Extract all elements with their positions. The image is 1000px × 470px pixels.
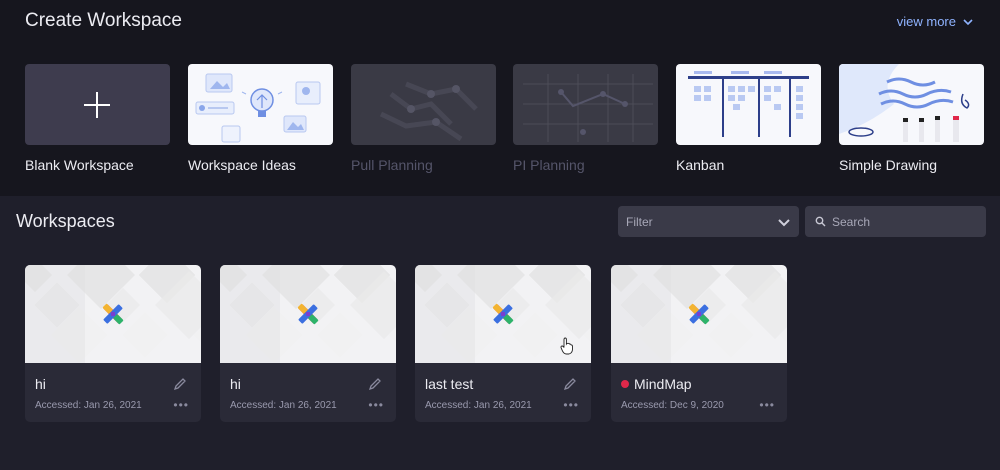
- template-thumbnail: [839, 64, 984, 145]
- workspace-name: MindMap: [621, 376, 692, 392]
- filter-select[interactable]: Filter: [618, 206, 799, 237]
- workspace-thumbnail: [220, 265, 396, 364]
- workspace-thumbnail: [25, 265, 201, 364]
- template-label: Kanban: [676, 157, 725, 173]
- pencil-icon[interactable]: [563, 377, 577, 391]
- workspace-name: hi: [35, 376, 46, 392]
- search-icon: [815, 216, 826, 227]
- template-label: Pull Planning: [351, 157, 433, 173]
- chevron-down-icon: [778, 218, 790, 226]
- workspace-card[interactable]: hi Accessed: Jan 26, 2021 •••: [220, 265, 396, 422]
- template-workspace-ideas[interactable]: Workspace Ideas: [188, 64, 333, 173]
- workspace-accessed-date: Accessed: Dec 9, 2020: [621, 400, 724, 411]
- chevron-down-icon: [963, 18, 973, 25]
- plus-icon: [84, 92, 110, 118]
- template-thumbnail: [676, 64, 821, 145]
- view-more-link[interactable]: view more: [897, 14, 974, 29]
- workspace-card[interactable]: MindMap Accessed: Dec 9, 2020 •••: [611, 265, 787, 422]
- template-thumbnail: [513, 64, 658, 145]
- workspace-thumbnail-pattern: [25, 265, 201, 364]
- filter-value: Filter: [626, 214, 653, 229]
- pointer-cursor-icon: [560, 337, 573, 355]
- pencil-icon[interactable]: [368, 377, 382, 391]
- search-input[interactable]: [832, 214, 972, 229]
- template-label: Blank Workspace: [25, 157, 134, 173]
- workspace-card[interactable]: hi Accessed: Jan 26, 2021 •••: [25, 265, 201, 422]
- pi-planning-illustration-icon: [523, 74, 653, 142]
- workspace-accessed-date: Accessed: Jan 26, 2021: [425, 400, 532, 411]
- search-box[interactable]: [805, 206, 986, 237]
- more-dots-icon[interactable]: •••: [368, 399, 384, 411]
- more-dots-icon[interactable]: •••: [759, 399, 775, 411]
- template-thumbnail: [351, 64, 496, 145]
- template-pull-planning: Pull Planning: [351, 64, 496, 173]
- workspace-accessed-date: Accessed: Jan 26, 2021: [230, 400, 337, 411]
- template-simple-drawing[interactable]: Simple Drawing: [839, 64, 984, 173]
- workspace-thumbnail: [611, 265, 787, 364]
- template-thumbnail: [25, 64, 170, 145]
- workspace-thumbnail-pattern: [611, 265, 787, 364]
- workspace-accessed-date: Accessed: Jan 26, 2021: [35, 400, 142, 411]
- ideas-illustration-icon: [195, 73, 321, 143]
- pull-planning-illustration-icon: [379, 81, 478, 142]
- workspace-name: hi: [230, 376, 241, 392]
- template-label: Workspace Ideas: [188, 157, 296, 173]
- more-dots-icon[interactable]: •••: [173, 399, 189, 411]
- kanban-illustration-icon: [688, 71, 809, 137]
- status-dot-icon: [621, 380, 629, 388]
- template-pi-planning: PI Planning: [513, 64, 658, 173]
- template-label: PI Planning: [513, 157, 585, 173]
- template-thumbnail: [188, 64, 333, 145]
- drawing-illustration-icon: [839, 64, 970, 142]
- create-workspace-section: Create Workspace view more Blank Workspa…: [0, 0, 1000, 196]
- template-kanban[interactable]: Kanban: [676, 64, 821, 173]
- workspace-name: last test: [425, 376, 474, 392]
- template-label: Simple Drawing: [839, 157, 938, 173]
- more-dots-icon[interactable]: •••: [563, 399, 579, 411]
- workspaces-title: Workspaces: [16, 211, 115, 231]
- create-workspace-title: Create Workspace: [25, 10, 182, 31]
- template-blank-workspace[interactable]: Blank Workspace: [25, 64, 170, 173]
- view-more-label: view more: [896, 14, 956, 29]
- workspace-thumbnail-pattern: [220, 265, 396, 364]
- pencil-icon[interactable]: [173, 377, 187, 391]
